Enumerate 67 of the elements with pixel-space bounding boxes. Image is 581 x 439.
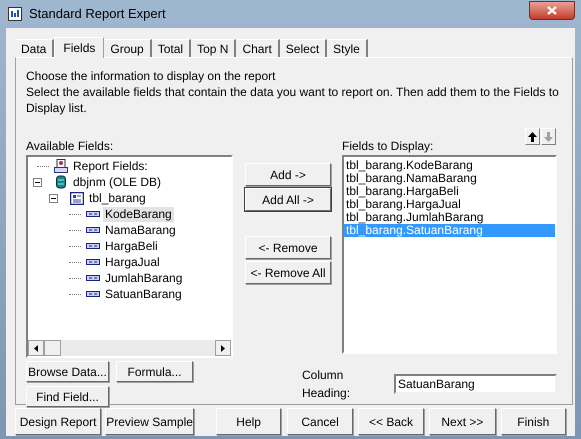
- action-button[interactable]: Formula...: [116, 361, 193, 382]
- instruction-text: Choose the information to display on the report: [26, 68, 276, 84]
- footer-button[interactable]: Finish: [500, 408, 566, 435]
- tab[interactable]: Chart: [236, 39, 280, 57]
- column-heading-field[interactable]: SatuanBarang: [394, 374, 557, 394]
- tab[interactable]: Data: [15, 39, 54, 57]
- move-button[interactable]: Add ->: [245, 163, 331, 186]
- collapse-icon[interactable]: [49, 194, 58, 202]
- table-icon: [70, 192, 84, 204]
- available-fields-label: Available Fields:: [26, 139, 114, 153]
- instruction-text: Select the available fields that contain the data you want to report on. Then add them to the Fields to Display list.: [26, 84, 560, 116]
- tree-item[interactable]: NamaBarang: [103, 222, 178, 238]
- fields-to-display-label: Fields to Display:: [342, 139, 434, 153]
- tab[interactable]: Top N: [191, 39, 236, 57]
- action-button[interactable]: Find Field...: [26, 386, 109, 407]
- field-icon: [86, 291, 100, 297]
- footer-button[interactable]: Help: [216, 408, 282, 435]
- field-list-item[interactable]: tbl_barang.HargaBeli: [344, 185, 555, 198]
- window-title: Standard Report Expert: [29, 5, 166, 24]
- tab[interactable]: Style: [327, 39, 368, 57]
- move-button[interactable]: <- Remove: [245, 236, 331, 259]
- field-list-item[interactable]: tbl_barang.HargaJual: [344, 198, 555, 211]
- footer-button[interactable]: Preview Sample: [105, 408, 194, 435]
- field-icon: [86, 275, 100, 281]
- close-button[interactable]: [529, 0, 575, 20]
- tab[interactable]: Total: [152, 39, 192, 57]
- tree-item[interactable]: KodeBarang: [103, 206, 174, 222]
- tree-item[interactable]: tbl_barang: [87, 190, 148, 206]
- tree-item[interactable]: dbjnm (OLE DB): [71, 174, 164, 190]
- footer-button[interactable]: << Back: [358, 408, 424, 435]
- column-heading-label: Column Heading:: [302, 367, 352, 402]
- action-button[interactable]: Browse Data...: [26, 361, 109, 382]
- horizontal-scrollbar[interactable]: [28, 340, 231, 356]
- tab[interactable]: Group: [104, 39, 152, 57]
- report-app-icon: [8, 7, 22, 21]
- tree-item[interactable]: HargaJual: [103, 254, 162, 270]
- field-icon: [86, 211, 100, 217]
- field-list-item[interactable]: tbl_barang.KodeBarang: [344, 159, 555, 172]
- footer-button[interactable]: Design Report: [15, 408, 102, 435]
- tab[interactable]: Fields: [54, 37, 104, 58]
- scroll-thumb[interactable]: [44, 340, 61, 356]
- up-arrow-icon: [528, 132, 537, 142]
- scroll-right-button[interactable]: [215, 340, 231, 356]
- field-icon: [86, 243, 100, 249]
- tree-item[interactable]: HargaBeli: [103, 238, 160, 254]
- left-arrow-icon: [34, 344, 38, 352]
- scroll-left-button[interactable]: [28, 340, 44, 356]
- field-icon: [86, 259, 100, 265]
- report-icon: [54, 159, 68, 173]
- move-button[interactable]: Add All ->: [245, 188, 331, 211]
- tree-item[interactable]: SatuanBarang: [103, 286, 184, 302]
- field-icon: [86, 227, 100, 233]
- move-up-button[interactable]: [525, 128, 540, 145]
- field-list-item[interactable]: tbl_barang.JumlahBarang: [344, 211, 555, 224]
- tree-item[interactable]: Report Fields:: [71, 158, 150, 174]
- footer-button[interactable]: Next >>: [429, 408, 496, 435]
- close-icon: [547, 6, 557, 14]
- collapse-icon[interactable]: [33, 178, 42, 186]
- tree-item[interactable]: JumlahBarang: [103, 270, 184, 286]
- database-icon: [56, 175, 66, 189]
- down-arrow-icon: [544, 132, 553, 142]
- footer-button[interactable]: Cancel: [287, 408, 353, 435]
- move-button[interactable]: <- Remove All: [245, 261, 331, 284]
- field-list-item[interactable]: tbl_barang.NamaBarang: [344, 172, 555, 185]
- move-down-button[interactable]: [541, 128, 556, 145]
- tab[interactable]: Select: [280, 39, 328, 57]
- right-arrow-icon: [221, 344, 225, 352]
